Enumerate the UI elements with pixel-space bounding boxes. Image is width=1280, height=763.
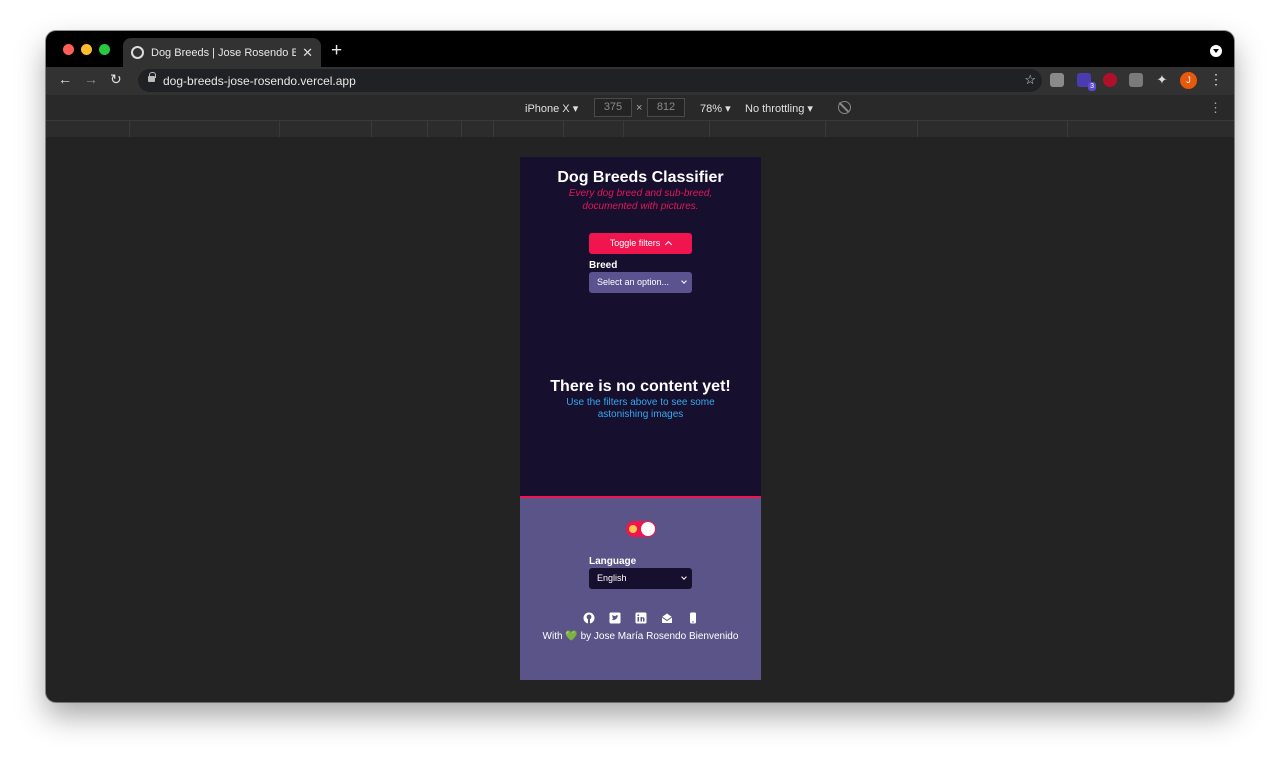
extension-icon[interactable] [1050,73,1064,87]
toggle-filters-button[interactable]: Toggle filters [589,233,692,254]
browser-toolbar: ← → ↻ dog-breeds-jose-rosendo.vercel.app… [46,67,1234,95]
reload-icon[interactable]: ↻ [110,72,122,86]
tab-search-icon[interactable] [1210,45,1222,57]
credit-text: With 💚 by Jose María Rosendo Bienvenido [540,630,741,644]
empty-state-title: There is no content yet! [550,378,731,395]
theme-toggle[interactable] [626,521,656,537]
profile-avatar[interactable]: J [1180,72,1197,89]
mobile-viewport: Dog Breeds Classifier Every dog breed an… [520,157,761,680]
favicon-icon [131,46,144,59]
mail-icon[interactable] [661,612,673,624]
credit-prefix: With [542,631,563,642]
throttling-select[interactable]: No throttling ▾ [745,102,813,115]
device-select[interactable]: iPhone X ▾ [525,102,578,115]
social-links [520,612,761,624]
chevron-up-icon [665,240,673,249]
language-label: Language [589,556,637,567]
github-icon[interactable] [583,612,595,624]
device-toolbar: iPhone X ▾ 375 × 812 78% ▾ No throttling… [46,95,1234,121]
url-text: dog-breeds-jose-rosendo.vercel.app [163,74,356,88]
browser-menu-icon[interactable]: ⋮ [1209,72,1223,86]
extension-badge-icon[interactable]: 3 [1077,73,1096,91]
linkedin-icon[interactable] [635,612,647,624]
camera-icon[interactable] [1129,73,1143,87]
extension-badge-count: 3 [1088,82,1096,91]
ublock-icon[interactable] [1103,73,1117,87]
breed-label: Breed [589,260,618,271]
maximize-window-button[interactable] [99,44,110,55]
tab-title: Dog Breeds | Jose Rosendo Bienvenido [151,46,297,59]
address-bar[interactable]: dog-breeds-jose-rosendo.vercel.app ☆ [138,69,1042,92]
toggle-filters-label: Toggle filters [609,238,661,248]
bookmark-star-icon[interactable]: ☆ [1024,72,1036,88]
breed-select[interactable]: Select an option... [589,272,692,293]
page-subtitle: Every dog breed and sub-breed, documente… [568,188,713,212]
zoom-select[interactable]: 78% ▾ [700,102,731,115]
tab-close-icon[interactable]: ✕ [302,45,313,61]
tab-bar: Dog Breeds | Jose Rosendo Bienvenido ✕ + [46,31,1234,67]
media-query-ruler [46,121,1234,137]
footer: Language English With 💚 by Jose María Ro… [520,496,761,680]
new-tab-button[interactable]: + [331,41,342,60]
chevron-down-icon [681,574,687,580]
chevron-down-icon [681,278,687,284]
lock-icon [148,72,156,82]
rotate-icon[interactable] [838,101,851,114]
browser-window: Dog Breeds | Jose Rosendo Bienvenido ✕ +… [46,31,1234,702]
page-title: Dog Breeds Classifier [557,169,724,186]
puzzle-extensions-icon[interactable]: ✦ [1155,73,1169,87]
twitter-icon[interactable] [609,612,621,624]
green-heart-icon: 💚 [565,631,578,642]
viewport-width-input[interactable]: 375 [594,98,632,117]
back-icon[interactable]: ← [58,72,72,86]
dimension-separator: × [636,102,643,114]
sun-icon [629,525,637,533]
minimize-window-button[interactable] [81,44,92,55]
toggle-knob [641,522,655,536]
phone-icon[interactable] [687,612,699,624]
forward-icon[interactable]: → [84,72,98,86]
empty-state-text: Use the filters above to see some astoni… [566,397,715,420]
browser-tab[interactable]: Dog Breeds | Jose Rosendo Bienvenido ✕ [123,38,321,67]
viewport-height-input[interactable]: 812 [647,98,685,117]
breed-select-value: Select an option... [597,277,670,287]
language-select[interactable]: English [589,568,692,589]
close-window-button[interactable] [63,44,74,55]
credit-author: by Jose María Rosendo Bienvenido [580,631,739,642]
language-select-value: English [597,573,627,583]
device-toolbar-menu-icon[interactable]: ⋮ [1209,100,1222,116]
